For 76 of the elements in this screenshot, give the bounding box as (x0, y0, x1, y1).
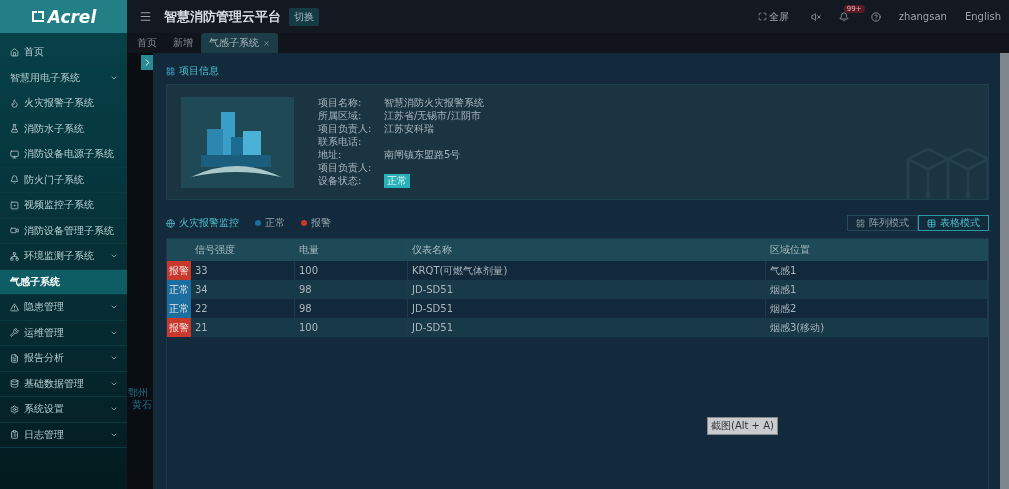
logo-icon (30, 10, 45, 23)
map-label: 黄石 (132, 398, 152, 412)
notification-icon[interactable] (838, 11, 849, 22)
menu-item-icon (10, 251, 19, 261)
view-mode-button[interactable]: 阵列模式 (847, 215, 918, 231)
menu-item-icon (10, 124, 19, 134)
scrollbar[interactable] (1000, 53, 1009, 489)
username[interactable]: zhangsan (898, 11, 947, 22)
field-label: 所属区域: (318, 109, 363, 123)
menu-item-icon (10, 404, 19, 414)
column-header: 仪表名称 (408, 239, 766, 261)
menu-item-icon (10, 328, 19, 338)
page-tab[interactable]: 气感子系统 (201, 33, 278, 53)
header-cell (167, 239, 191, 261)
tooltip: 截图(Alt + A) (707, 417, 778, 435)
map-label: 鄂州 (128, 386, 148, 399)
field-label: 联系电话: (318, 135, 363, 149)
menu-item-icon (10, 302, 19, 312)
menu-item-icon (10, 175, 19, 185)
table-cell: 烟感1 (766, 280, 988, 299)
status-tag: 正常 (384, 174, 410, 188)
column-header: 电量 (295, 239, 408, 261)
table-cell: 21 (191, 318, 295, 337)
menu-item-icon (10, 353, 19, 363)
table-cell: 100 (295, 318, 408, 337)
field-label: 地址: (318, 148, 343, 162)
section-title: 项目信息 (179, 64, 219, 78)
status-cell: 报警 (167, 318, 191, 337)
app-title: 智慧消防管理云平台 (164, 7, 281, 26)
table-cell: JD-SD51 (408, 299, 766, 318)
view-mode-icon (927, 218, 936, 228)
help-icon[interactable] (870, 11, 881, 22)
field-value: 江苏安科瑞 (384, 122, 434, 136)
field-value: 南闸镇东盟路5号 (384, 148, 461, 162)
column-header: 信号强度 (191, 239, 295, 261)
field-value: 江苏省/无锡市/江阴市 (384, 109, 481, 123)
menu-item-icon (10, 98, 19, 108)
table-cell: 烟感3(移动) (766, 318, 988, 337)
table-cell: 34 (191, 280, 295, 299)
section-title: 火灾报警监控 (179, 216, 239, 230)
close-icon[interactable] (263, 39, 270, 47)
globe-icon (166, 218, 175, 228)
menu-item-icon (10, 379, 19, 389)
switch-button[interactable]: 切换 (289, 7, 319, 26)
fullscreen-button[interactable]: 全屏 (757, 9, 789, 24)
table-cell: JD-SD51 (408, 280, 766, 299)
menu-item-icon (10, 200, 19, 210)
fullscreen-icon (757, 12, 767, 21)
status-cell: 正常 (167, 299, 191, 318)
status-cell: 正常 (167, 280, 191, 299)
menu-item-icon (10, 226, 19, 236)
expand-button[interactable] (141, 55, 153, 70)
view-mode-icon (856, 218, 865, 228)
grid-icon (166, 66, 175, 76)
field-label: 项目负责人: (318, 161, 373, 175)
language-link[interactable]: English (964, 11, 1001, 22)
table-cell: 98 (295, 280, 408, 299)
view-mode-button[interactable]: 表格模式 (918, 215, 989, 231)
page-tab[interactable]: 新增 (165, 33, 201, 53)
field-label: 项目名称: (318, 96, 363, 110)
field-label: 设备状态: (318, 174, 363, 188)
menu-item-icon (10, 430, 19, 440)
field-value: 智慧消防火灾报警系统 (384, 96, 484, 110)
menu-item-icon (10, 47, 19, 57)
sidebar-item[interactable]: 气感子系统 (0, 269, 127, 295)
page-tab[interactable]: 首页 (129, 33, 165, 53)
menu-item-icon (10, 149, 19, 159)
legend-item: 正常 (255, 216, 285, 230)
column-header: 区域位置 (766, 239, 988, 261)
status-cell: 报警 (167, 261, 191, 280)
field-label: 项目负责人: (318, 122, 373, 136)
legend-item: 报警 (301, 216, 331, 230)
logo-text: Acrel (47, 6, 97, 27)
mute-icon[interactable] (810, 11, 821, 22)
table-cell: JD-SD51 (408, 318, 766, 337)
menu-icon[interactable] (139, 10, 152, 23)
